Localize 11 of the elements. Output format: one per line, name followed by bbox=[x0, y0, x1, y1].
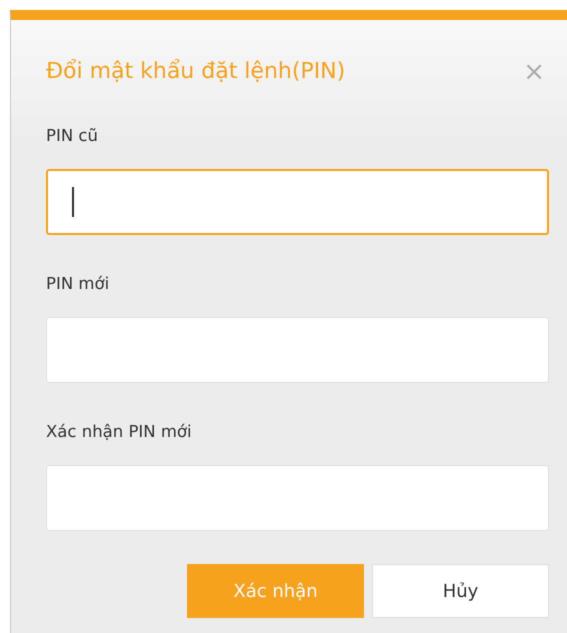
input-field[interactable] bbox=[46, 169, 549, 235]
input-field[interactable] bbox=[46, 465, 549, 531]
close-button[interactable]: × bbox=[523, 59, 545, 85]
cancel-button[interactable]: Hủy bbox=[372, 564, 549, 618]
dialog-title: Đổi mật khẩu đặt lệnh(PIN) bbox=[46, 58, 346, 86]
field-label: PIN cũ bbox=[46, 125, 99, 147]
field-label: PIN mới bbox=[46, 273, 110, 295]
confirm-button[interactable]: Xác nhận bbox=[187, 564, 364, 618]
text-cursor bbox=[72, 187, 74, 217]
input-field[interactable] bbox=[46, 317, 549, 383]
field-label: Xác nhận PIN mới bbox=[46, 421, 193, 443]
